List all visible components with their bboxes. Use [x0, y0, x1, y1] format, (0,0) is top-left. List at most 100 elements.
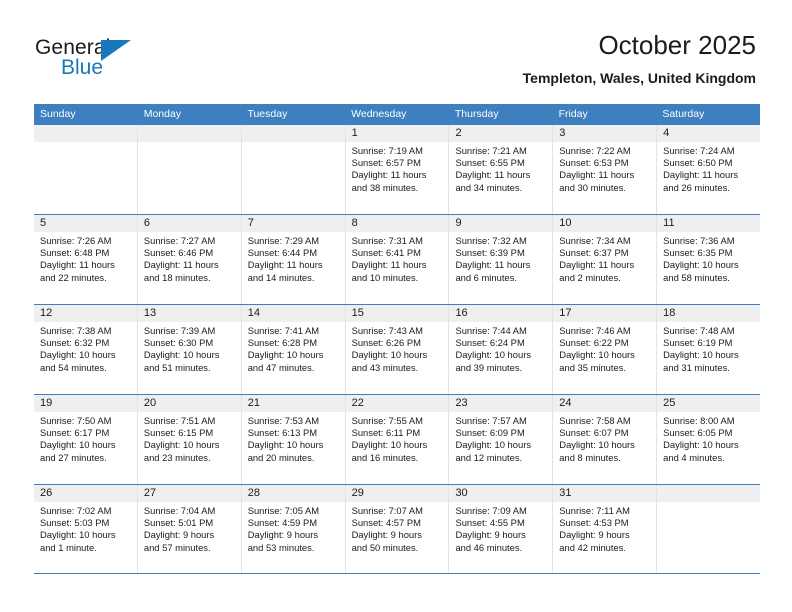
day-number: 22 — [345, 395, 449, 412]
daylight-text-line1: Daylight: 10 hours — [351, 349, 428, 361]
day-number: 24 — [553, 395, 657, 412]
sunrise-text: Sunrise: 7:43 AM — [351, 325, 423, 336]
day-cell[interactable]: 1 Sunrise: 7:19 AM Sunset: 6:57 PM Dayli… — [345, 125, 450, 214]
week-row: 12 Sunrise: 7:38 AM Sunset: 6:32 PM Dayl… — [34, 304, 761, 394]
day-info: Sunrise: 7:58 AM Sunset: 6:07 PM Dayligh… — [553, 412, 656, 464]
day-cell[interactable]: 19 Sunrise: 7:50 AM Sunset: 6:17 PM Dayl… — [34, 395, 138, 484]
sunset-text: Sunset: 6:35 PM — [663, 247, 733, 259]
day-info: Sunrise: 7:53 AM Sunset: 6:13 PM Dayligh… — [242, 412, 345, 464]
day-cell[interactable] — [657, 485, 761, 573]
sunset-text: Sunset: 6:26 PM — [351, 337, 421, 349]
sunset-text: Sunset: 6:48 PM — [40, 247, 110, 259]
daylight-text-line1: Daylight: 11 hours — [40, 259, 115, 271]
daylight-text-line2: and 34 minutes. — [455, 181, 523, 193]
sunrise-text: Sunrise: 7:34 AM — [559, 235, 631, 246]
day-number: 7 — [241, 215, 345, 232]
day-cell[interactable]: 26 Sunrise: 7:02 AM Sunset: 5:03 PM Dayl… — [34, 485, 138, 573]
day-cell[interactable]: 13 Sunrise: 7:39 AM Sunset: 6:30 PM Dayl… — [137, 305, 242, 394]
day-cell[interactable]: 21 Sunrise: 7:53 AM Sunset: 6:13 PM Dayl… — [241, 395, 346, 484]
day-info: Sunrise: 7:07 AM Sunset: 4:57 PM Dayligh… — [346, 502, 449, 554]
day-cell[interactable] — [241, 125, 346, 214]
sunrise-text: Sunrise: 7:07 AM — [351, 505, 423, 516]
day-cell[interactable]: 22 Sunrise: 7:55 AM Sunset: 6:11 PM Dayl… — [345, 395, 450, 484]
day-number: 3 — [553, 125, 657, 142]
sunrise-text: Sunrise: 7:09 AM — [455, 505, 527, 516]
sunset-text: Sunset: 6:07 PM — [559, 427, 629, 439]
daylight-text-line1: Daylight: 11 hours — [455, 259, 531, 271]
general-blue-logo[interactable]: General Blue — [35, 36, 255, 88]
day-number: 5 — [34, 215, 137, 232]
sunset-text: Sunset: 6:46 PM — [143, 247, 214, 259]
daylight-text-line2: and 54 minutes. — [40, 361, 107, 373]
day-cell[interactable]: 18 Sunrise: 7:48 AM Sunset: 6:19 PM Dayl… — [657, 305, 761, 394]
day-cell[interactable]: 7 Sunrise: 7:29 AM Sunset: 6:44 PM Dayli… — [241, 215, 346, 304]
day-cell[interactable]: 28 Sunrise: 7:05 AM Sunset: 4:59 PM Dayl… — [241, 485, 346, 573]
day-cell[interactable] — [34, 125, 138, 214]
weekday-header-friday: Friday — [558, 108, 588, 120]
day-cell[interactable]: 16 Sunrise: 7:44 AM Sunset: 6:24 PM Dayl… — [449, 305, 554, 394]
day-cell[interactable]: 6 Sunrise: 7:27 AM Sunset: 6:46 PM Dayli… — [137, 215, 242, 304]
day-cell[interactable]: 9 Sunrise: 7:32 AM Sunset: 6:39 PM Dayli… — [449, 215, 554, 304]
day-info: Sunrise: 7:31 AM Sunset: 6:41 PM Dayligh… — [346, 232, 449, 284]
day-number: 25 — [657, 395, 761, 412]
day-cell[interactable]: 25 Sunrise: 8:00 AM Sunset: 6:05 PM Dayl… — [657, 395, 761, 484]
day-info — [34, 142, 137, 145]
day-cell[interactable]: 15 Sunrise: 7:43 AM Sunset: 6:26 PM Dayl… — [345, 305, 450, 394]
daylight-text-line2: and 53 minutes. — [247, 541, 315, 553]
day-number: 11 — [657, 215, 761, 232]
day-cell[interactable]: 14 Sunrise: 7:41 AM Sunset: 6:28 PM Dayl… — [241, 305, 346, 394]
day-cell[interactable]: 30 Sunrise: 7:09 AM Sunset: 4:55 PM Dayl… — [449, 485, 554, 573]
day-cell[interactable]: 29 Sunrise: 7:07 AM Sunset: 4:57 PM Dayl… — [345, 485, 450, 573]
sunset-text: Sunset: 6:37 PM — [559, 247, 629, 259]
daylight-text-line1: Daylight: 10 hours — [559, 349, 635, 361]
daylight-text-line2: and 43 minutes. — [351, 361, 419, 373]
daylight-text-line1: Daylight: 10 hours — [40, 529, 116, 541]
day-cell[interactable]: 5 Sunrise: 7:26 AM Sunset: 6:48 PM Dayli… — [34, 215, 138, 304]
day-info: Sunrise: 7:29 AM Sunset: 6:44 PM Dayligh… — [242, 232, 345, 284]
day-number: 8 — [345, 215, 449, 232]
day-number: 26 — [34, 485, 137, 502]
weekday-header-tuesday: Tuesday — [247, 108, 288, 120]
day-number: 16 — [449, 305, 553, 322]
day-cell[interactable]: 11 Sunrise: 7:36 AM Sunset: 6:35 PM Dayl… — [657, 215, 761, 304]
sunrise-text: Sunrise: 7:29 AM — [247, 235, 320, 246]
day-cell[interactable]: 31 Sunrise: 7:11 AM Sunset: 4:53 PM Dayl… — [553, 485, 658, 573]
page-title: October 2025 — [598, 30, 756, 60]
sunrise-text: Sunrise: 7:04 AM — [143, 505, 216, 516]
day-cell[interactable]: 12 Sunrise: 7:38 AM Sunset: 6:32 PM Dayl… — [34, 305, 138, 394]
daylight-text-line1: Daylight: 10 hours — [455, 439, 532, 451]
day-cell[interactable]: 4 Sunrise: 7:24 AM Sunset: 6:50 PM Dayli… — [657, 125, 761, 214]
day-number: 19 — [34, 395, 137, 412]
day-cell[interactable] — [137, 125, 242, 214]
sunrise-text: Sunrise: 7:24 AM — [663, 145, 735, 156]
day-cell[interactable]: 10 Sunrise: 7:34 AM Sunset: 6:37 PM Dayl… — [553, 215, 658, 304]
day-cell[interactable]: 2 Sunrise: 7:21 AM Sunset: 6:55 PM Dayli… — [449, 125, 554, 214]
day-number: 10 — [553, 215, 657, 232]
daylight-text-line2: and 50 minutes. — [351, 541, 419, 553]
day-cell[interactable]: 17 Sunrise: 7:46 AM Sunset: 6:22 PM Dayl… — [553, 305, 658, 394]
daylight-text-line1: Daylight: 11 hours — [247, 259, 323, 271]
day-cell[interactable]: 8 Sunrise: 7:31 AM Sunset: 6:41 PM Dayli… — [345, 215, 450, 304]
sunrise-text: Sunrise: 7:58 AM — [559, 415, 631, 426]
day-cell[interactable]: 23 Sunrise: 7:57 AM Sunset: 6:09 PM Dayl… — [449, 395, 554, 484]
masthead: General Blue October 2025 Templeton, Wal… — [0, 0, 792, 100]
sunrise-text: Sunrise: 7:38 AM — [40, 325, 112, 336]
daylight-text-line1: Daylight: 10 hours — [455, 349, 532, 361]
day-cell[interactable]: 24 Sunrise: 7:58 AM Sunset: 6:07 PM Dayl… — [553, 395, 658, 484]
day-cell[interactable]: 20 Sunrise: 7:51 AM Sunset: 6:15 PM Dayl… — [137, 395, 242, 484]
day-cell[interactable]: 27 Sunrise: 7:04 AM Sunset: 5:01 PM Dayl… — [137, 485, 242, 573]
day-info: Sunrise: 7:38 AM Sunset: 6:32 PM Dayligh… — [34, 322, 137, 374]
day-number: 6 — [137, 215, 241, 232]
sunrise-text: Sunrise: 7:21 AM — [455, 145, 527, 156]
sunrise-text: Sunrise: 7:51 AM — [143, 415, 216, 426]
daylight-text-line2: and 14 minutes. — [247, 271, 315, 283]
sunset-text: Sunset: 6:41 PM — [351, 247, 421, 259]
daylight-text-line2: and 39 minutes. — [455, 361, 523, 373]
day-cell[interactable]: 3 Sunrise: 7:22 AM Sunset: 6:53 PM Dayli… — [553, 125, 658, 214]
day-info: Sunrise: 7:57 AM Sunset: 6:09 PM Dayligh… — [449, 412, 552, 464]
sunset-text: Sunset: 6:39 PM — [455, 247, 525, 259]
daylight-text-line2: and 35 minutes. — [559, 361, 627, 373]
sunrise-text: Sunrise: 7:46 AM — [559, 325, 631, 336]
daylight-text-line1: Daylight: 11 hours — [351, 169, 427, 181]
weekday-header-monday: Monday — [143, 108, 182, 120]
